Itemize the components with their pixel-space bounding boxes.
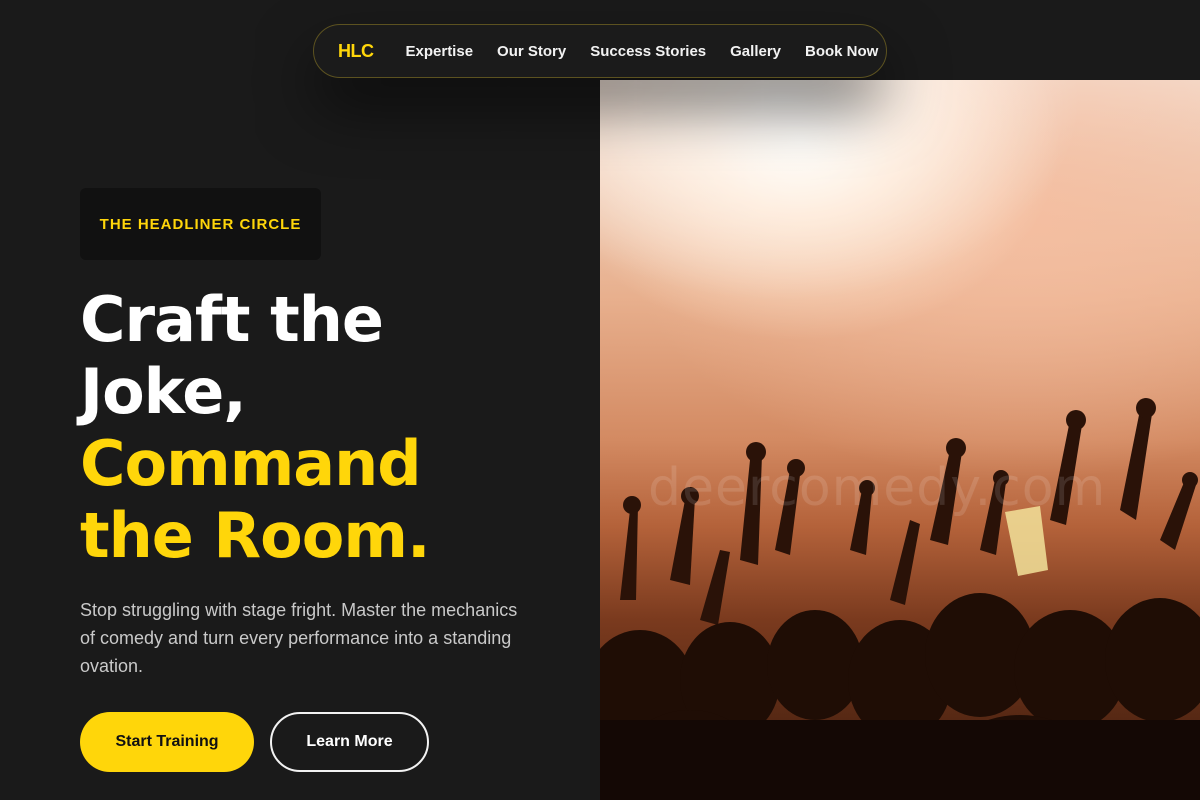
crowd-silhouette [600, 80, 1200, 800]
headline-line-1: Craft the [80, 283, 384, 356]
logo[interactable]: HLC [338, 41, 374, 62]
nav-link-expertise[interactable]: Expertise [406, 43, 474, 60]
nav-link-our-story[interactable]: Our Story [497, 43, 566, 60]
headline-line-3: Command [80, 427, 422, 500]
headline-line-2: Joke, [80, 355, 247, 428]
top-navigation: HLC Expertise Our Story Success Stories … [313, 24, 887, 78]
hero-headline: Craft the Joke, Command the Room. [80, 284, 580, 572]
headline-line-4: the Room. [80, 499, 431, 572]
learn-more-button[interactable]: Learn More [270, 712, 429, 772]
nav-link-success-stories[interactable]: Success Stories [590, 43, 706, 60]
nav-link-gallery[interactable]: Gallery [730, 43, 781, 60]
nav-link-book-now[interactable]: Book Now [805, 43, 878, 60]
concert-crowd-image: deercomedy.com [600, 80, 1200, 800]
hero-subtext: Stop struggling with stage fright. Maste… [80, 600, 518, 676]
watermark: deercomedy.com [648, 458, 1107, 518]
brand-badge: THE HEADLINER CIRCLE [80, 188, 321, 260]
start-training-button[interactable]: Start Training [80, 712, 254, 772]
page: HLC Expertise Our Story Success Stories … [0, 0, 1200, 800]
nav-links: Expertise Our Story Success Stories Gall… [406, 43, 879, 60]
